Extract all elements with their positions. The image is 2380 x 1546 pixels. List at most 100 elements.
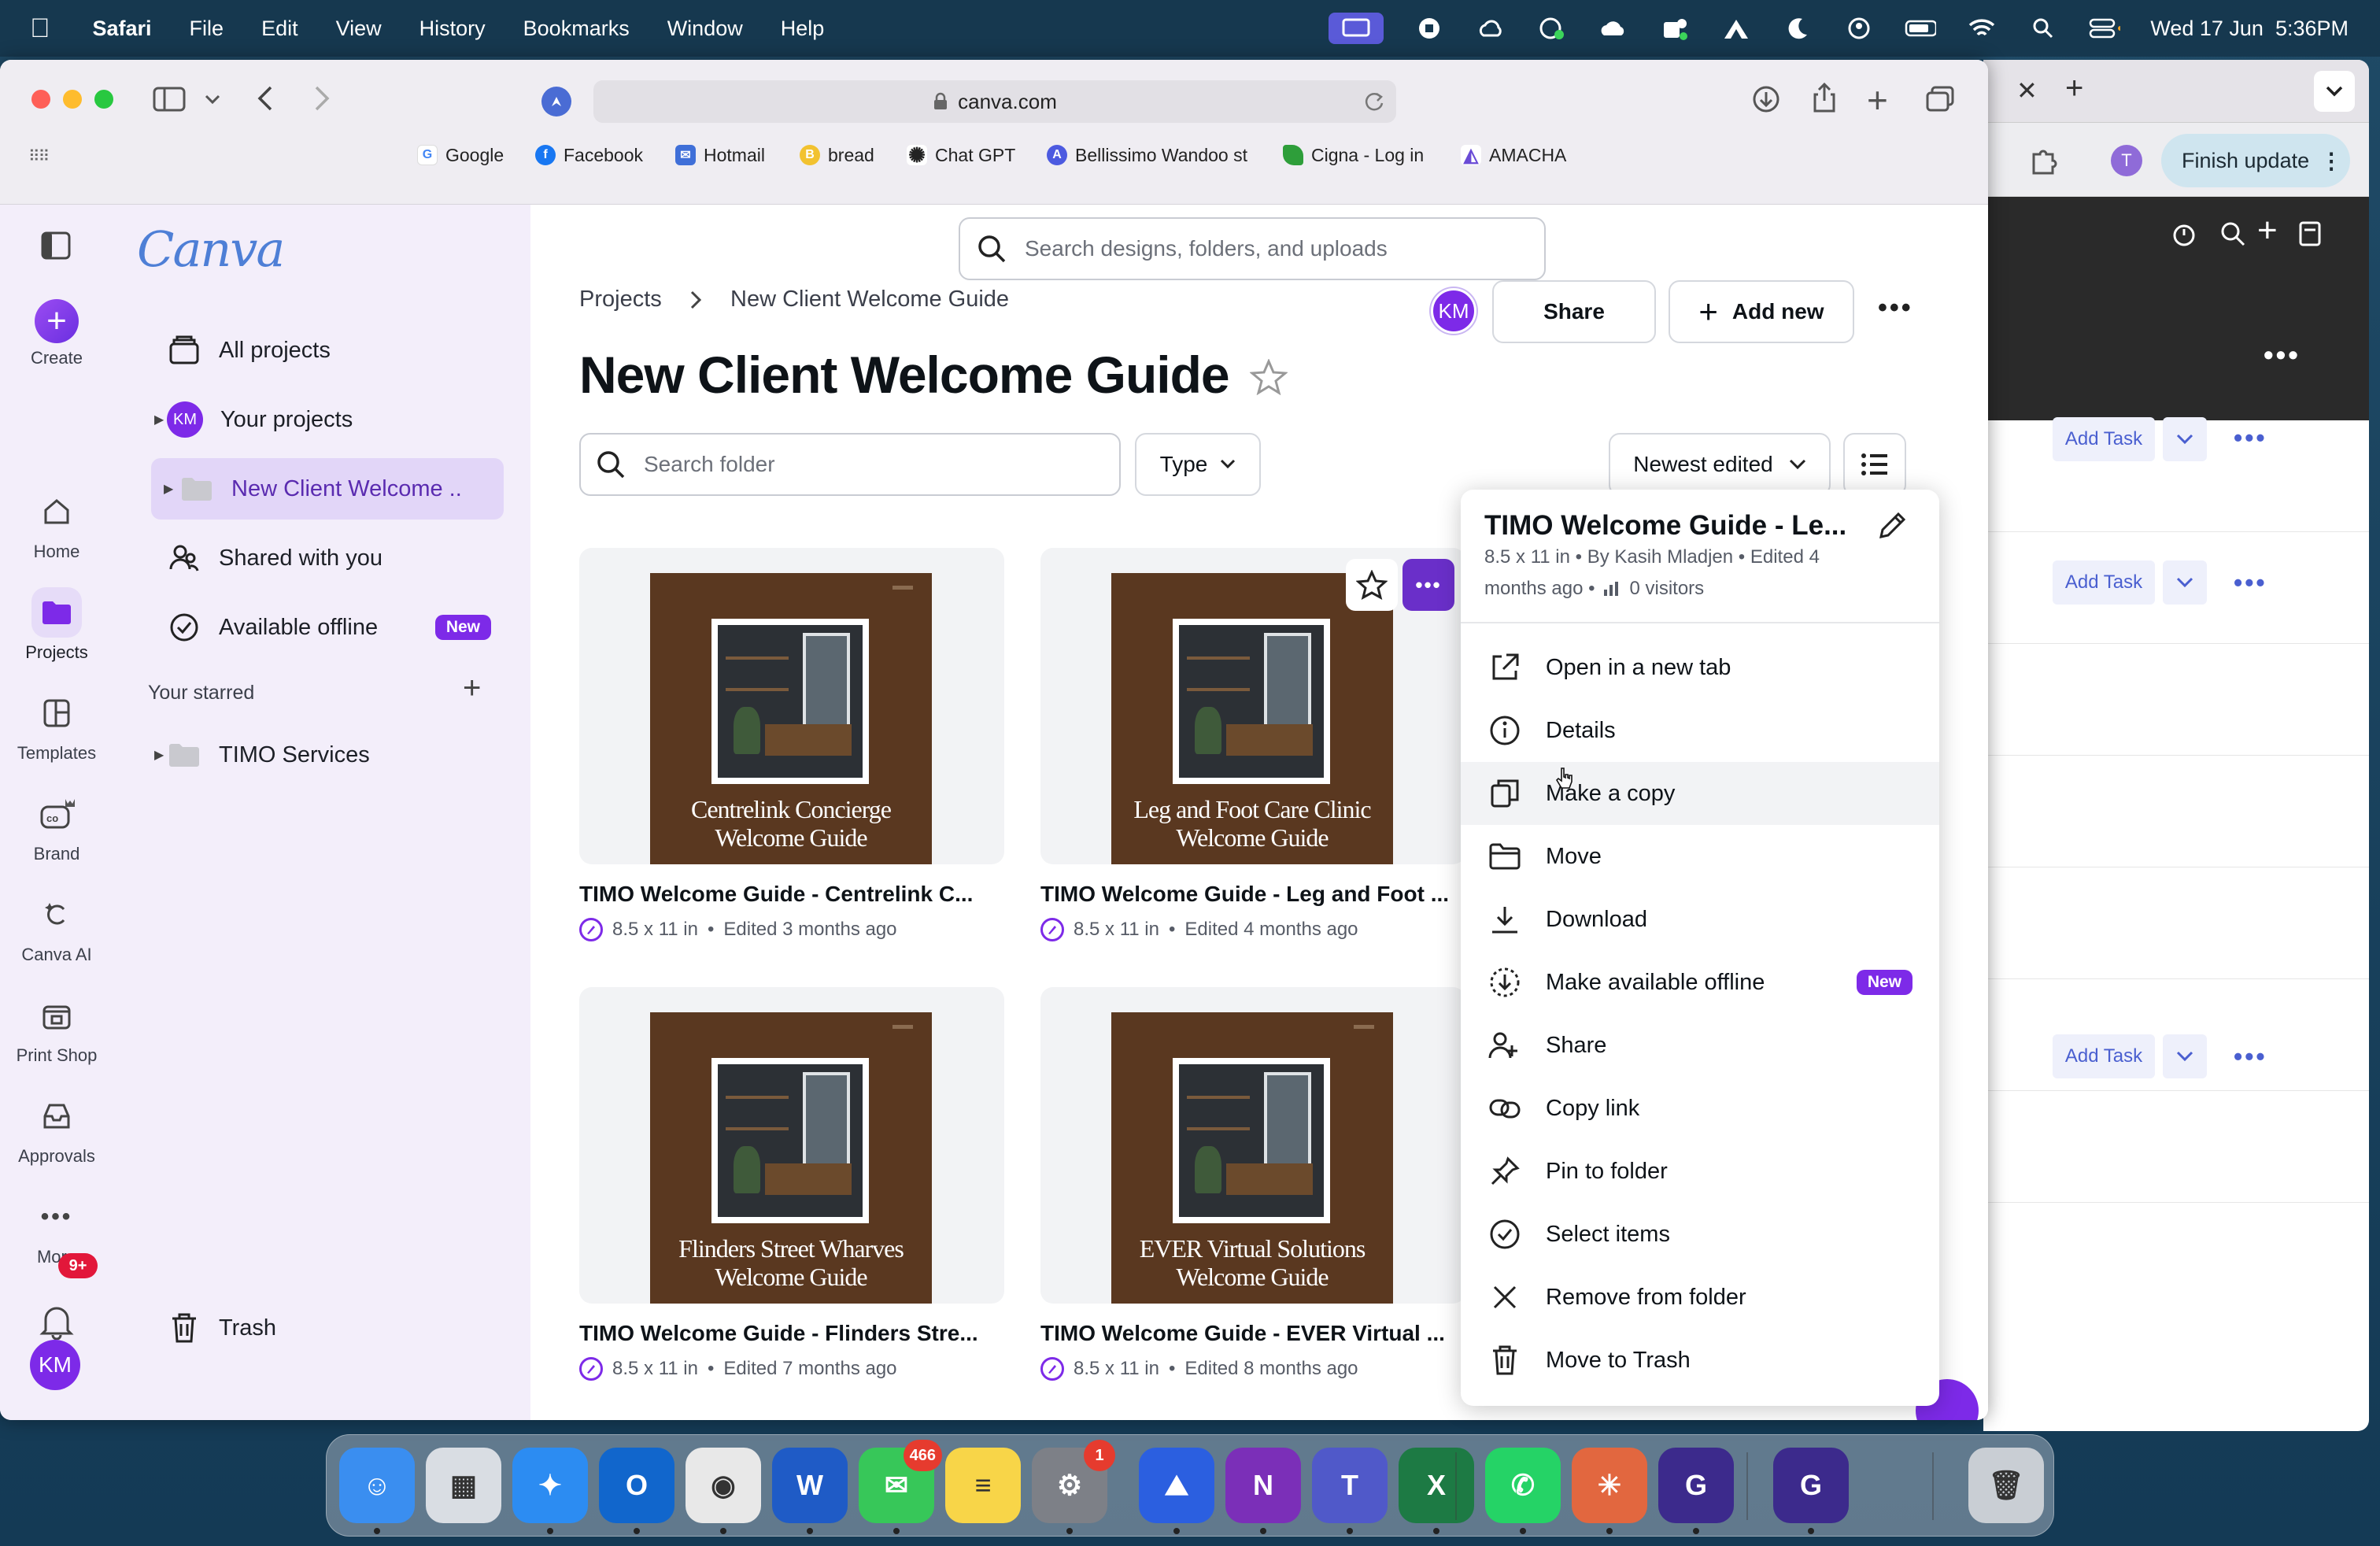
- expand-caret-icon[interactable]: ▶: [154, 412, 164, 427]
- site-compass-icon[interactable]: [541, 87, 571, 117]
- menu-view[interactable]: View: [336, 17, 382, 41]
- nav-your-projects[interactable]: ▶ KM Your projects: [151, 389, 504, 450]
- timer-icon[interactable]: [2171, 220, 2197, 247]
- menu-bookmarks[interactable]: Bookmarks: [523, 17, 630, 41]
- rail-templates[interactable]: Templates: [0, 688, 113, 764]
- menu-item-move[interactable]: Move: [1461, 825, 1939, 888]
- dock-app-grammarly-docs[interactable]: G: [1773, 1448, 1849, 1534]
- screen-mirroring-icon[interactable]: [1329, 13, 1384, 44]
- search-icon[interactable]: [2219, 220, 2246, 247]
- dock-app-finder[interactable]: ☺: [339, 1448, 415, 1534]
- more-dots-icon[interactable]: •••: [2264, 338, 2301, 372]
- dock-app-outlook[interactable]: O: [599, 1448, 674, 1534]
- menu-item-open-new-tab[interactable]: Open in a new tab: [1461, 636, 1939, 699]
- expand-caret-icon[interactable]: ▶: [154, 747, 164, 763]
- new-tab-icon[interactable]: +: [1867, 79, 1888, 121]
- menu-item-download[interactable]: Download: [1461, 888, 1939, 951]
- user-account-icon[interactable]: [1843, 13, 1875, 44]
- design-more-button[interactable]: •••: [1402, 559, 1454, 611]
- finish-update-button[interactable]: Finish update ⋮: [2161, 134, 2350, 187]
- rail-brand[interactable]: co Brand: [0, 789, 113, 864]
- add-task-chevron-icon[interactable]: [2163, 560, 2207, 605]
- address-bar[interactable]: canva.com: [593, 80, 1396, 123]
- add-task-button[interactable]: Add Task: [2053, 560, 2155, 605]
- nav-trash[interactable]: Trash: [151, 1297, 504, 1359]
- sync-status-icon[interactable]: [1536, 13, 1568, 44]
- bookmark-cigna[interactable]: Cigna - Log in: [1283, 135, 1424, 175]
- nav-all-projects[interactable]: All projects: [151, 320, 504, 381]
- moon-icon[interactable]: [1782, 13, 1813, 44]
- teams-status-icon[interactable]: [1659, 13, 1691, 44]
- favorites-grid-icon[interactable]: ⠿⠿: [28, 146, 50, 166]
- menu-item-pin-to-folder[interactable]: Pin to folder: [1461, 1140, 1939, 1203]
- nav-available-offline[interactable]: Available offline New: [151, 597, 504, 658]
- plus-icon[interactable]: +: [2257, 211, 2278, 250]
- nav-shared-with-you[interactable]: Shared with you: [151, 527, 504, 589]
- bookmark-google[interactable]: G Google: [417, 135, 504, 175]
- menu-item-copy-link[interactable]: Copy link: [1461, 1077, 1939, 1140]
- menubar-clock[interactable]: Wed 17 Jun 5:36PM: [2150, 17, 2349, 41]
- rail-print-shop[interactable]: Print Shop: [0, 990, 113, 1066]
- add-new-button[interactable]: + Add new: [1669, 280, 1854, 343]
- notes-icon[interactable]: [2298, 220, 2322, 247]
- dock-app-notes[interactable]: ≡: [945, 1448, 1021, 1523]
- minimize-window-button[interactable]: [63, 90, 82, 109]
- menu-file[interactable]: File: [190, 17, 224, 41]
- menu-item-make-copy[interactable]: Make a copy: [1461, 762, 1939, 825]
- menu-edit[interactable]: Edit: [261, 17, 298, 41]
- bookmark-amacha[interactable]: ◭ AMACHA: [1461, 135, 1566, 175]
- rail-canva-ai[interactable]: Canva AI: [0, 890, 113, 965]
- back-icon[interactable]: [257, 85, 274, 112]
- rail-home[interactable]: Home: [0, 486, 113, 562]
- mountain-app-icon[interactable]: [1720, 13, 1752, 44]
- menu-item-select-items[interactable]: Select items: [1461, 1203, 1939, 1266]
- close-window-button[interactable]: [31, 90, 50, 109]
- menu-item-details[interactable]: Details: [1461, 699, 1939, 762]
- bookmark-chatgpt[interactable]: ✺ Chat GPT: [907, 135, 1015, 175]
- menu-history[interactable]: History: [419, 17, 486, 41]
- account-avatar[interactable]: KM: [30, 1340, 80, 1390]
- folder-more-icon[interactable]: •••: [1878, 293, 1913, 324]
- wifi-icon[interactable]: [1966, 13, 1998, 44]
- design-card[interactable]: EVER Virtual Solutions Welcome Guide TIM…: [1040, 987, 1465, 1381]
- design-name[interactable]: TIMO Welcome Guide - EVER Virtual ...: [1040, 1321, 1465, 1346]
- rail-create[interactable]: + Create: [0, 299, 113, 368]
- canva-logo[interactable]: Canva: [137, 220, 285, 278]
- dock-app-messages[interactable]: ✉ 466: [859, 1440, 942, 1534]
- dock-app-excel[interactable]: X: [1399, 1448, 1474, 1534]
- extensions-icon[interactable]: [2027, 145, 2059, 176]
- design-name[interactable]: TIMO Welcome Guide - Leg and Foot ...: [1040, 882, 1465, 907]
- design-thumbnail[interactable]: Flinders Street Wharves Welcome Guide: [579, 987, 1004, 1304]
- row-more-icon[interactable]: •••: [2234, 1042, 2267, 1071]
- dock-app-mountain-duck[interactable]: ⛰: [1139, 1448, 1214, 1534]
- rail-more[interactable]: ••• More: [0, 1192, 113, 1267]
- design-card[interactable]: Centrelink Concierge Welcome Guide TIMO …: [579, 548, 1004, 941]
- dock-app-trash[interactable]: 🗑: [1968, 1448, 2044, 1523]
- menu-app-name[interactable]: Safari: [93, 17, 152, 41]
- collaborator-avatar[interactable]: KM: [1431, 288, 1476, 334]
- menu-item-move-to-trash[interactable]: Move to Trash: [1461, 1329, 1939, 1392]
- tab-groups-chevron-icon[interactable]: [205, 94, 220, 105]
- tab-list-chevron-icon[interactable]: [2314, 71, 2355, 112]
- control-center-icon[interactable]: [2089, 13, 2121, 44]
- design-thumbnail[interactable]: EVER Virtual Solutions Welcome Guide: [1040, 987, 1465, 1304]
- menu-item-share[interactable]: Share: [1461, 1014, 1939, 1077]
- spotlight-search-icon[interactable]: [2027, 13, 2059, 44]
- rail-approvals[interactable]: Approvals: [0, 1091, 113, 1167]
- design-name[interactable]: TIMO Welcome Guide - Flinders Stre...: [579, 1321, 1004, 1346]
- bookmark-facebook[interactable]: f Facebook: [535, 135, 643, 175]
- dock-app-word[interactable]: W: [772, 1448, 848, 1534]
- folder-search-input[interactable]: Search folder: [579, 433, 1121, 496]
- starred-item-timo-services[interactable]: ▶ TIMO Services: [151, 724, 504, 786]
- profile-avatar[interactable]: T: [2111, 145, 2142, 176]
- dock-app-whatsapp[interactable]: ✆: [1485, 1448, 1561, 1534]
- star-design-button[interactable]: [1346, 559, 1398, 611]
- forward-icon[interactable]: [313, 85, 331, 112]
- expand-caret-icon[interactable]: ▶: [164, 481, 173, 497]
- dock-app-launchpad[interactable]: ▦: [426, 1448, 501, 1523]
- type-filter-dropdown[interactable]: Type: [1135, 433, 1261, 496]
- battery-icon[interactable]: [1905, 13, 1937, 44]
- creative-cloud-icon[interactable]: [1598, 13, 1629, 44]
- add-task-chevron-icon[interactable]: [2163, 417, 2207, 461]
- dock-app-claude[interactable]: ✳: [1572, 1448, 1647, 1534]
